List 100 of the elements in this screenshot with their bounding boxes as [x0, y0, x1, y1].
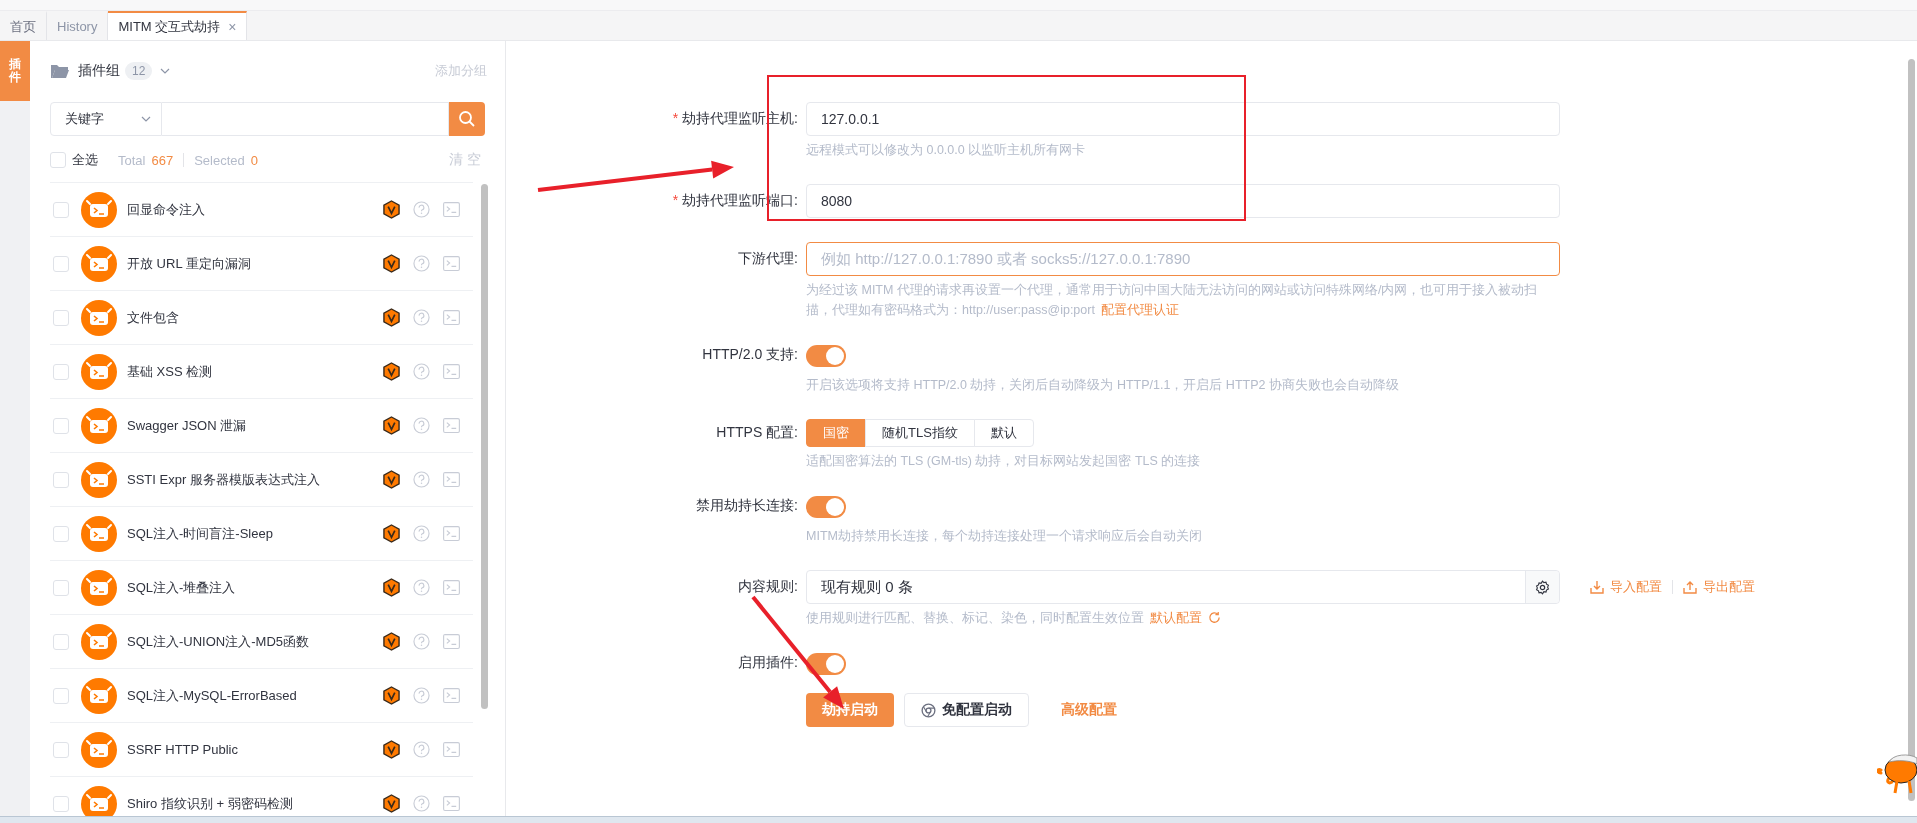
field-label: 下游代理:	[738, 250, 798, 268]
help-text: 远程模式可以修改为 0.0.0.0 以监听主机所有网卡	[806, 142, 1087, 159]
terminal-icon[interactable]	[443, 580, 460, 595]
required-mark: *	[672, 110, 679, 126]
download-icon	[1590, 580, 1604, 594]
plugin-icon	[81, 353, 117, 390]
group-label[interactable]: 插件组	[78, 62, 120, 80]
help-icon[interactable]	[413, 525, 430, 542]
plugin-name[interactable]: SSRF HTTP Public	[127, 742, 383, 757]
refresh-icon[interactable]	[1208, 611, 1221, 624]
toggle-switch[interactable]	[806, 496, 846, 518]
help-icon[interactable]	[413, 471, 430, 488]
help-icon[interactable]	[413, 417, 430, 434]
quick-start-button[interactable]: 免配置启动	[904, 693, 1029, 727]
help-icon[interactable]	[413, 363, 430, 380]
select-all-label[interactable]: 全选	[72, 151, 98, 169]
help-icon[interactable]	[413, 741, 430, 758]
checkbox[interactable]	[53, 579, 69, 596]
hexagon-badge-icon	[383, 200, 400, 219]
plugin-name[interactable]: 基础 XSS 检测	[127, 362, 383, 381]
selected-label: Selected	[194, 152, 245, 168]
terminal-icon[interactable]	[443, 742, 460, 757]
chevron-down-icon	[141, 116, 151, 122]
chevron-down-icon	[160, 68, 171, 74]
settings-button[interactable]	[1525, 571, 1559, 603]
terminal-icon[interactable]	[443, 634, 460, 649]
toggle-switch[interactable]	[806, 653, 846, 675]
help-text: 开启该选项将支持 HTTP/2.0 劫持，关闭后自动降级为 HTTP/1.1，开启后 HTTP2 协商失败也会自动降级	[806, 377, 1400, 394]
rules-value: 现有规则 0 条	[820, 577, 914, 597]
browser-icon	[921, 702, 936, 718]
terminal-icon[interactable]	[443, 526, 460, 541]
plugin-name[interactable]: Swagger JSON 泄漏	[127, 416, 383, 435]
plugin-name[interactable]: SSTI Expr 服务器模版表达式注入	[127, 470, 383, 489]
plugin-icon	[81, 407, 117, 444]
checkbox[interactable]	[53, 795, 69, 812]
settings-icon	[1535, 579, 1550, 595]
count-badge: 12	[125, 62, 153, 80]
hexagon-badge-icon	[383, 308, 400, 327]
help-icon[interactable]	[413, 255, 430, 272]
plugin-icon	[81, 731, 117, 768]
search-type-select[interactable]: 关键字	[50, 102, 162, 136]
checkbox[interactable]	[53, 255, 69, 272]
scrollbar[interactable]	[1908, 59, 1915, 801]
hexagon-badge-icon	[383, 578, 400, 597]
help-icon[interactable]	[413, 579, 430, 596]
checkbox[interactable]	[53, 309, 69, 326]
hexagon-badge-icon	[383, 686, 400, 705]
rules-field[interactable]: 现有规则 0 条	[806, 570, 1560, 604]
help-text: 使用规则进行匹配、替换、标记、染色，同时配置生效位置 默认配置	[806, 608, 1560, 628]
checkbox[interactable]	[53, 525, 69, 542]
terminal-icon[interactable]	[443, 472, 460, 487]
help-icon[interactable]	[413, 309, 430, 326]
terminal-icon[interactable]	[443, 202, 460, 217]
plugin-name[interactable]: SQL注入-堆叠注入	[127, 578, 383, 597]
plugin-name[interactable]: 回显命令注入	[127, 200, 383, 219]
required-mark: *	[672, 192, 679, 208]
toggle-switch[interactable]	[806, 345, 846, 367]
terminal-icon[interactable]	[443, 796, 460, 811]
checkbox[interactable]	[50, 152, 66, 168]
terminal-icon[interactable]	[443, 364, 460, 379]
checkbox[interactable]	[53, 201, 69, 218]
input-field[interactable]: 例如 http://127.0.0.1:7890 或者 socks5://127.0.0.1:7890	[806, 242, 1560, 276]
plugin-icon	[81, 623, 117, 660]
tab[interactable]: MITM 交互式劫持 ×	[108, 11, 248, 40]
terminal-icon[interactable]	[443, 688, 460, 703]
checkbox[interactable]	[53, 363, 69, 380]
upload-icon	[1683, 580, 1697, 594]
field-label: 禁用劫持长连接:	[696, 497, 798, 515]
segment-option[interactable]: 随机TLS指纹	[865, 419, 975, 447]
search-button[interactable]	[449, 102, 485, 136]
plugin-name[interactable]: SQL注入-MySQL-ErrorBased	[127, 686, 383, 705]
help-icon[interactable]	[413, 633, 430, 650]
input-field[interactable]: 8080	[806, 184, 1560, 218]
checkbox[interactable]	[53, 471, 69, 488]
search-field[interactable]	[162, 102, 449, 136]
help-icon[interactable]	[413, 201, 430, 218]
plugin-name[interactable]: SQL注入-时间盲注-Sleep	[127, 524, 383, 543]
terminal-icon[interactable]	[443, 418, 460, 433]
plugin-name[interactable]: SQL注入-UNION注入-MD5函数	[127, 632, 383, 651]
terminal-icon[interactable]	[443, 256, 460, 271]
field-label: 启用插件:	[738, 654, 798, 672]
plugin-icon	[81, 569, 117, 606]
plugin-name[interactable]: Shiro 指纹识别 + 弱密码检测	[127, 794, 383, 813]
checkbox[interactable]	[53, 633, 69, 650]
checkbox[interactable]	[53, 417, 69, 434]
plugin-name[interactable]: 开放 URL 重定向漏洞	[127, 254, 383, 273]
plugin-icon	[81, 299, 117, 336]
hexagon-badge-icon	[383, 524, 400, 543]
segment-option[interactable]: 默认	[973, 419, 1034, 447]
hexagon-badge-icon	[383, 416, 400, 435]
scrollbar[interactable]	[481, 184, 488, 709]
terminal-icon[interactable]	[443, 310, 460, 325]
hexagon-badge-icon	[383, 740, 400, 759]
checkbox[interactable]	[53, 741, 69, 758]
input-field[interactable]: 127.0.0.1	[806, 102, 1560, 136]
plugin-name[interactable]: 文件包含	[127, 308, 383, 327]
help-icon[interactable]	[413, 687, 430, 704]
help-icon[interactable]	[413, 795, 430, 812]
search-icon	[458, 110, 476, 128]
checkbox[interactable]	[53, 687, 69, 704]
